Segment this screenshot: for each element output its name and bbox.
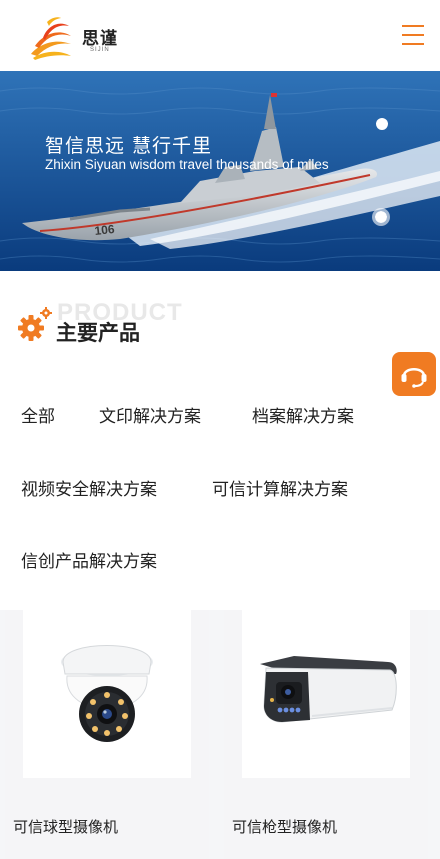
slide-dot-1[interactable] — [376, 118, 388, 130]
product-card[interactable]: 可信球型摄像机 — [5, 610, 209, 859]
banner-subtitle: Zhixin Siyuan wisdom travel thousands of… — [45, 157, 329, 172]
product-name: 可信球型摄像机 — [13, 818, 119, 836]
customer-service-button[interactable] — [392, 352, 436, 396]
section-title: 主要产品 — [56, 321, 140, 345]
product-image-dome-camera — [23, 610, 191, 778]
logo-subtext: SIJIN — [90, 47, 110, 53]
banner-title: 智信思远 慧行千里 — [45, 135, 213, 157]
category-xinchuang-solution[interactable]: 信创产品解决方案 — [21, 547, 157, 572]
logo-text: 思谨 — [82, 29, 118, 49]
slide-dot-2[interactable] — [372, 208, 390, 226]
category-video-security-solution[interactable]: 视频安全解决方案 — [21, 475, 157, 500]
products-section-header: PRODUCT 主要产品 — [0, 271, 440, 361]
category-archive-solution[interactable]: 档案解决方案 — [252, 402, 354, 427]
product-list: 可信球型摄像机 可信枪型摄像机 — [0, 610, 440, 859]
header: 思谨 SIJIN — [0, 0, 440, 71]
customer-service-headset-icon — [401, 367, 427, 388]
hamburger-menu-icon[interactable] — [398, 22, 428, 48]
gear-icon — [18, 307, 52, 341]
product-name: 可信枪型摄像机 — [232, 818, 338, 836]
category-trusted-computing-solution[interactable]: 可信计算解决方案 — [212, 475, 348, 500]
hero-banner[interactable]: 106 智信思远 慧行千里 Zhixin Siyuan wisdom trave… — [0, 71, 440, 271]
product-image-bullet-camera — [242, 610, 410, 778]
dome-camera-icon — [61, 645, 153, 742]
hull-number: 106 — [94, 222, 116, 238]
bullet-camera-icon — [260, 656, 397, 723]
category-all[interactable]: 全部 — [21, 402, 55, 427]
product-card[interactable]: 可信枪型摄像机 — [224, 610, 428, 859]
category-print-solution[interactable]: 文印解决方案 — [99, 402, 201, 427]
